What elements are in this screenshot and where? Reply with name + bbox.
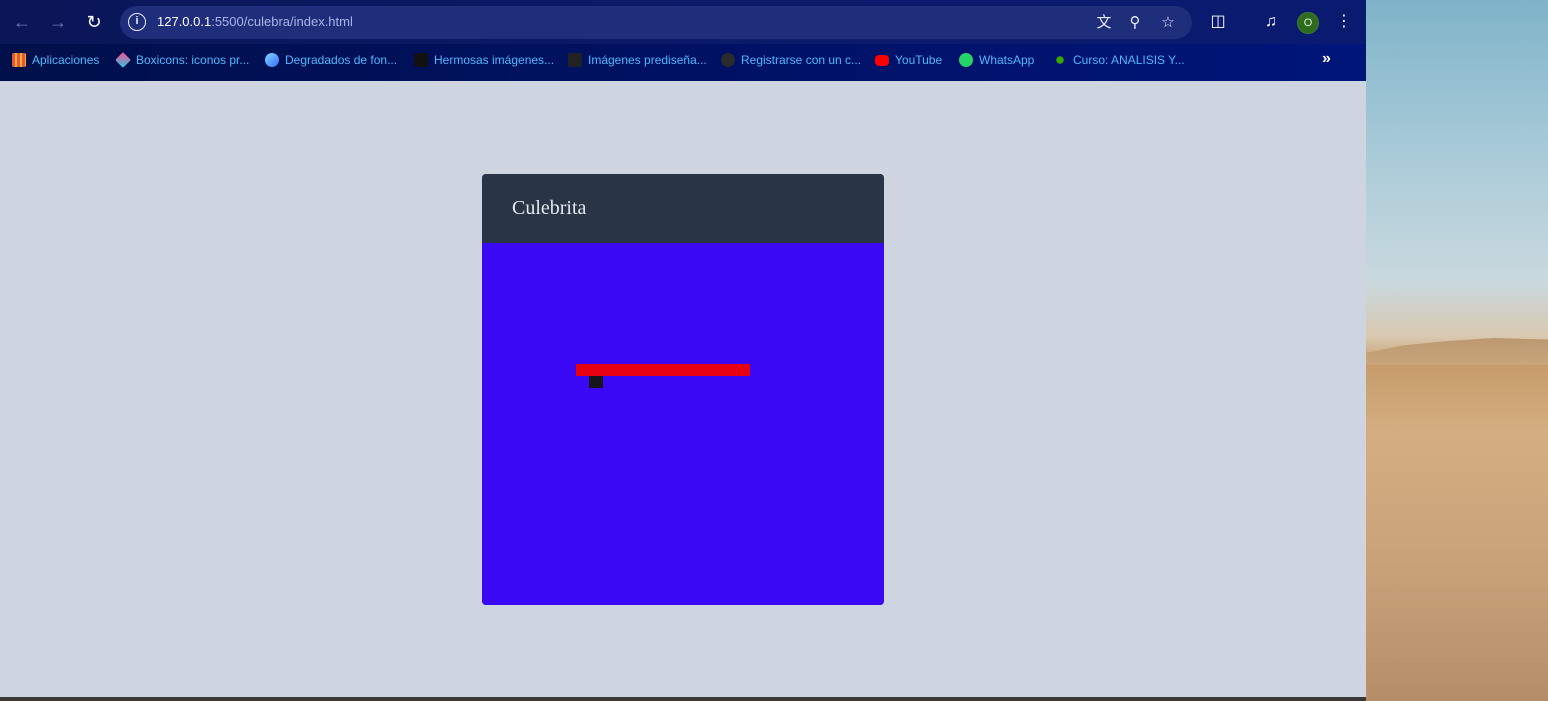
bookmark-item[interactable]: Registrarse con un c...: [721, 51, 861, 69]
url-text[interactable]: 127.0.0.1:5500/culebra/index.html: [157, 14, 353, 29]
sena-icon: [1053, 53, 1067, 67]
gradient-icon: [265, 53, 279, 67]
reload-icon[interactable]: ↻: [82, 10, 106, 34]
bookmark-item[interactable]: YouTube: [875, 51, 942, 69]
bookmark-item[interactable]: Aplicaciones: [12, 51, 99, 69]
bookmark-label: Degradados de fon...: [285, 53, 398, 67]
address-bar[interactable]: i 127.0.0.1:5500/culebra/index.html 文 ⚲ …: [120, 6, 1192, 39]
bookmark-star-icon[interactable]: ☆: [1158, 13, 1178, 33]
bookmark-label: WhatsApp: [979, 53, 1035, 67]
bookmark-label: Registrarse con un c...: [741, 53, 862, 67]
media-queue-icon[interactable]: ♫: [1260, 11, 1282, 33]
bookmark-item[interactable]: Imágenes prediseña...: [568, 51, 707, 69]
browser-toolbar: ← → ↻ i 127.0.0.1:5500/culebra/index.htm…: [0, 0, 1366, 44]
apps-grid-icon: [12, 53, 26, 67]
url-path: :5500/culebra/index.html: [211, 14, 353, 29]
bookmark-label: Boxicons: iconos pr...: [136, 53, 250, 67]
wallpaper-mountain: [1366, 338, 1548, 365]
bookmark-label: YouTube: [895, 53, 943, 67]
bookmark-item[interactable]: WhatsApp: [959, 51, 1034, 69]
bookmark-label: Imágenes prediseña...: [588, 53, 707, 67]
angular-icon: [721, 53, 735, 67]
bookmark-item[interactable]: Degradados de fon...: [265, 51, 397, 69]
site-info-icon[interactable]: i: [128, 13, 146, 31]
translate-icon[interactable]: 文: [1094, 13, 1114, 33]
whatsapp-icon: [959, 53, 973, 67]
taskbar-edge: [0, 697, 1366, 701]
snake-food: [589, 376, 603, 388]
boxicons-icon: [115, 52, 131, 68]
bookmarks-overflow-icon[interactable]: »: [1322, 50, 1331, 68]
game-header: Culebrita: [482, 174, 884, 243]
forward-arrow-icon[interactable]: →: [46, 10, 70, 34]
snake-body: [576, 364, 750, 376]
extensions-icon[interactable]: ◫: [1207, 11, 1229, 33]
bookmark-label: Hermosas imágenes...: [434, 53, 555, 67]
zoom-icon[interactable]: ⚲: [1125, 13, 1145, 33]
youtube-icon: [875, 55, 889, 66]
browser-window: ← → ↻ i 127.0.0.1:5500/culebra/index.htm…: [0, 0, 1366, 701]
profile-avatar[interactable]: O: [1297, 12, 1319, 34]
url-host: 127.0.0.1: [157, 14, 212, 29]
bookmark-item[interactable]: Hermosas imágenes...: [414, 51, 554, 69]
game-card: Culebrita: [482, 174, 884, 605]
bookmark-label: Curso: ANALISIS Y...: [1073, 53, 1185, 67]
bookmark-item[interactable]: Boxicons: iconos pr...: [115, 51, 250, 69]
pngegg-icon: [568, 53, 582, 67]
game-title: Culebrita: [512, 197, 587, 219]
bookmark-item[interactable]: Curso: ANALISIS Y...: [1053, 51, 1185, 69]
game-board[interactable]: [482, 243, 884, 605]
back-arrow-icon[interactable]: ←: [10, 10, 34, 34]
bookmark-label: Aplicaciones: [32, 53, 100, 67]
menu-kebab-icon[interactable]: ⋮: [1333, 11, 1355, 33]
desktop-wallpaper: [1366, 0, 1548, 701]
unsplash-icon: [414, 53, 428, 67]
